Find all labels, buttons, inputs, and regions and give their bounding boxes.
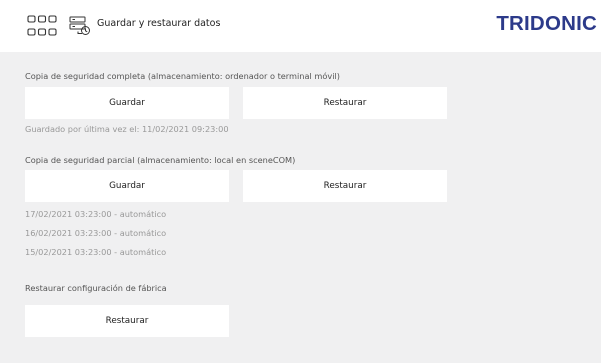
last-saved-text: Guardado por última vez el: 11/02/2021 0…	[25, 124, 229, 134]
page-title: Guardar y restaurar datos	[97, 18, 221, 29]
apps-grid-icon[interactable]	[27, 15, 57, 37]
backup-entry[interactable]: 17/02/2021 03:23:00 - automático	[25, 209, 166, 219]
full-backup-restore-button[interactable]: Restaurar	[243, 87, 447, 119]
partial-backup-label: Copia de seguridad parcial (almacenamien…	[25, 155, 296, 165]
partial-backup-save-button[interactable]: Guardar	[25, 170, 229, 202]
factory-reset-label: Restaurar configuración de fábrica	[25, 283, 167, 293]
backup-entry[interactable]: 16/02/2021 03:23:00 - automático	[25, 228, 166, 238]
header-bar: Guardar y restaurar datos TRIDONIC	[0, 0, 601, 52]
partial-backup-restore-button[interactable]: Restaurar	[243, 170, 447, 202]
full-backup-save-button[interactable]: Guardar	[25, 87, 229, 119]
backup-entry[interactable]: 15/02/2021 03:23:00 - automático	[25, 247, 166, 257]
backup-restore-icon	[69, 16, 90, 35]
tridonic-logo: TRIDONIC	[496, 12, 597, 35]
full-backup-label: Copia de seguridad completa (almacenamie…	[25, 71, 340, 81]
factory-reset-restore-button[interactable]: Restaurar	[25, 305, 229, 337]
